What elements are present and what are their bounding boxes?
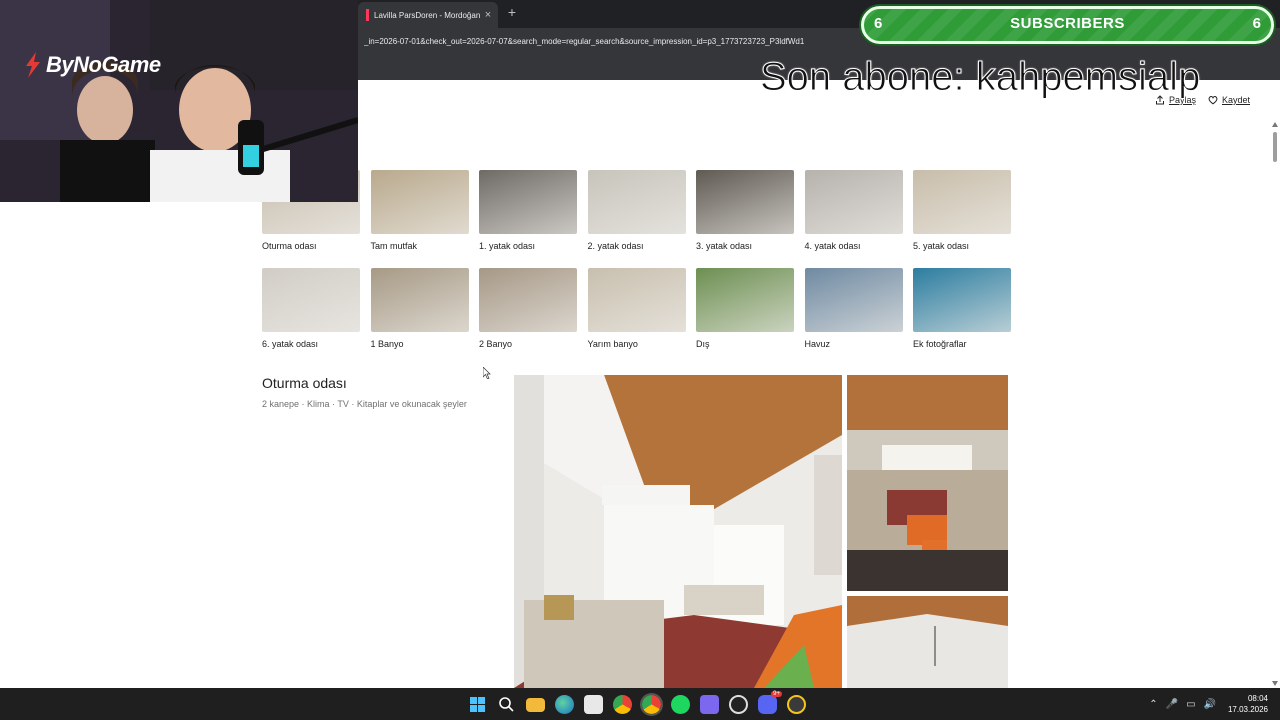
ceiling-illustration [847,596,1008,688]
room-thumbnail-label[interactable]: 1 Banyo [371,339,469,349]
subscriber-label: SUBSCRIBERS [1010,15,1125,32]
channel-logo: ByNoGame [24,52,161,78]
screen: Lavilla ParsDoren - Mordoğan × + _in=202… [0,0,1280,720]
scroll-thumb[interactable] [1273,132,1277,162]
chrome-icon[interactable] [613,694,632,714]
tab-close-icon[interactable]: × [482,9,494,21]
room-thumbnail[interactable]: 2. yatak odası [587,170,686,251]
subscriber-count-goal: 6 [1252,15,1261,32]
room-thumbnail[interactable]: Ek fotoğraflar [913,268,1011,349]
room-thumbnail[interactable]: 5. yatak odası [913,170,1011,251]
room-thumbnail-label[interactable]: 2. yatak odası [588,241,686,251]
microphone-icon[interactable]: 🎤 [1166,699,1178,710]
taskbar-apps: 9+ [468,688,806,720]
section-title: Oturma odası [262,375,347,391]
room-thumbnail[interactable]: 1 Banyo [370,268,469,349]
room-thumbnail-image[interactable] [370,268,469,332]
room-thumbnail-label[interactable]: 4. yatak odası [805,241,903,251]
purple-app-icon[interactable] [700,694,719,714]
save-label: Kaydet [1221,95,1250,105]
room-thumbnail-label[interactable]: Havuz [805,339,903,349]
room-thumbnail-image[interactable] [804,268,903,332]
room-thumbnail[interactable]: Dış [696,268,794,349]
page-scrollbar[interactable] [1270,120,1280,688]
webcam-scene [0,0,358,202]
room-thumbnail-label[interactable]: Yarım banyo [588,339,686,349]
room-thumbnail-image[interactable] [370,170,469,234]
last-subscriber-text: Son abone: kahpemsialp [759,55,1201,100]
section-amenities: 2 kanepe · Klima · TV · Kitaplar ve okun… [262,399,467,409]
living-room-photo-top[interactable] [847,375,1008,591]
room-thumbnail-image[interactable] [804,170,903,234]
room-thumbnail[interactable]: 1. yatak odası [479,170,577,251]
room-thumbnail-image[interactable] [587,268,686,332]
living-room-illustration [514,375,842,688]
spotify-icon[interactable] [671,694,690,714]
windows-taskbar: 9+ ⌃ 🎤 ▭ 🔊 08:04 17.03.2026 [0,688,1280,720]
tab-title: Lavilla ParsDoren - Mordoğan [374,10,481,20]
room-thumbnail-image[interactable] [913,170,1011,234]
mouse-cursor [483,367,491,379]
system-tray: ⌃ 🎤 ▭ 🔊 [1149,688,1216,720]
chrome-profile-icon[interactable] [640,692,663,716]
save-button[interactable]: Kaydet [1208,95,1250,105]
room-thumbnail-image[interactable] [479,170,577,234]
new-tab-button[interactable]: + [504,4,520,20]
yellow-app-icon[interactable] [787,694,806,714]
search-icon[interactable] [497,695,516,714]
clock-time: 08:04 [1247,694,1268,703]
windows-start-icon[interactable] [468,695,487,714]
room-thumbnail[interactable]: Havuz [804,268,903,349]
room-thumbnail-label[interactable]: Dış [696,339,794,349]
discord-notification-badge: 9+ [771,690,782,697]
taskbar-clock[interactable]: 08:04 17.03.2026 [1228,693,1268,715]
room-thumbnail[interactable]: Yarım banyo [587,268,686,349]
store-icon[interactable] [584,694,603,714]
room-thumbnail-image[interactable] [913,268,1011,332]
channel-logo-text: ByNoGame [46,52,161,77]
room-thumbnail-label[interactable]: 3. yatak odası [696,241,794,251]
bynogame-logo-icon [26,52,40,78]
obs-icon[interactable] [729,694,748,714]
living-room-overhead-illustration [847,375,1008,591]
room-thumbnail-label[interactable]: 5. yatak odası [913,241,1011,251]
browser-tab[interactable]: Lavilla ParsDoren - Mordoğan × [358,2,498,28]
room-thumbnail-image[interactable] [696,170,794,234]
room-thumbnail[interactable]: 4. yatak odası [804,170,903,251]
heart-icon [1208,96,1218,105]
room-thumbnail[interactable]: 2 Banyo [479,268,577,349]
living-room-photo-main[interactable] [514,375,842,688]
subscriber-goal-bar: 6 SUBSCRIBERS 6 [861,6,1274,44]
file-explorer-icon[interactable] [526,698,545,712]
webcam-overlay: ByNoGame [0,0,358,202]
clock-date: 17.03.2026 [1227,705,1268,714]
room-thumbnail-image[interactable] [696,268,794,332]
network-icon[interactable]: ▭ [1186,699,1195,710]
edge-icon[interactable] [555,694,574,714]
room-thumbnail[interactable]: 6. yatak odası [262,268,360,349]
room-thumbnail-label[interactable]: 2 Banyo [479,339,577,349]
scroll-up-icon[interactable] [1272,122,1278,127]
room-thumbnail-label[interactable]: Oturma odası [262,241,360,251]
room-thumbnail-label[interactable]: Ek fotoğraflar [913,339,1011,349]
room-thumbnail-label[interactable]: 1. yatak odası [479,241,577,251]
room-thumbnail-image[interactable] [262,268,360,332]
volume-icon[interactable]: 🔊 [1204,699,1216,710]
airbnb-tab-icon [366,9,369,21]
room-thumbnail-label[interactable]: Tam mutfak [371,241,469,251]
room-thumbnail-label[interactable]: 6. yatak odası [262,339,360,349]
room-thumbnail-image[interactable] [479,268,577,332]
tray-chevron-up-icon[interactable]: ⌃ [1149,699,1157,710]
living-room-photo-bottom[interactable] [847,596,1008,688]
room-thumbnail[interactable]: Tam mutfak [370,170,469,251]
room-thumbnail[interactable]: 3. yatak odası [696,170,794,251]
room-thumbnail-grid: Oturma odası Tam mutfak 1. yatak odası 2. y… [262,170,1012,349]
scroll-down-icon[interactable] [1272,681,1278,686]
room-thumbnail-image[interactable] [587,170,686,234]
discord-icon[interactable]: 9+ [758,690,782,714]
